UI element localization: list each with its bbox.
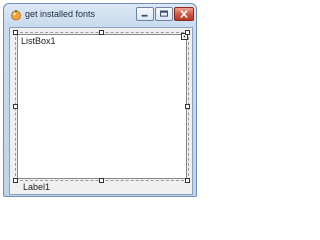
maximize-icon — [160, 10, 168, 17]
listbox-label: ListBox1 — [21, 36, 56, 46]
minimize-icon — [141, 14, 148, 17]
label1[interactable]: Label1 — [23, 182, 50, 192]
resize-handle-top[interactable] — [99, 30, 104, 35]
resize-handle-bottom[interactable] — [99, 178, 104, 183]
resize-handle-top-right[interactable] — [185, 30, 190, 35]
form-icon — [11, 10, 21, 21]
title-bar[interactable]: get installed fonts — [4, 4, 196, 26]
minimize-button[interactable] — [136, 7, 154, 21]
resize-handle-bottom-right[interactable] — [185, 178, 190, 183]
maximize-button[interactable] — [155, 7, 173, 21]
close-icon — [180, 10, 188, 18]
resize-handle-top-left[interactable] — [13, 30, 18, 35]
form-client-area: ListBox1 Label1 — [9, 27, 193, 195]
resize-handle-left[interactable] — [13, 104, 18, 109]
form-window: get installed fonts ListBox1 Label1 — [3, 3, 197, 197]
close-button[interactable] — [174, 7, 194, 21]
resize-handle-right[interactable] — [185, 104, 190, 109]
resize-handle-bottom-left[interactable] — [13, 178, 18, 183]
window-title: get installed fonts — [25, 9, 96, 19]
listbox[interactable]: ListBox1 — [15, 32, 189, 181]
